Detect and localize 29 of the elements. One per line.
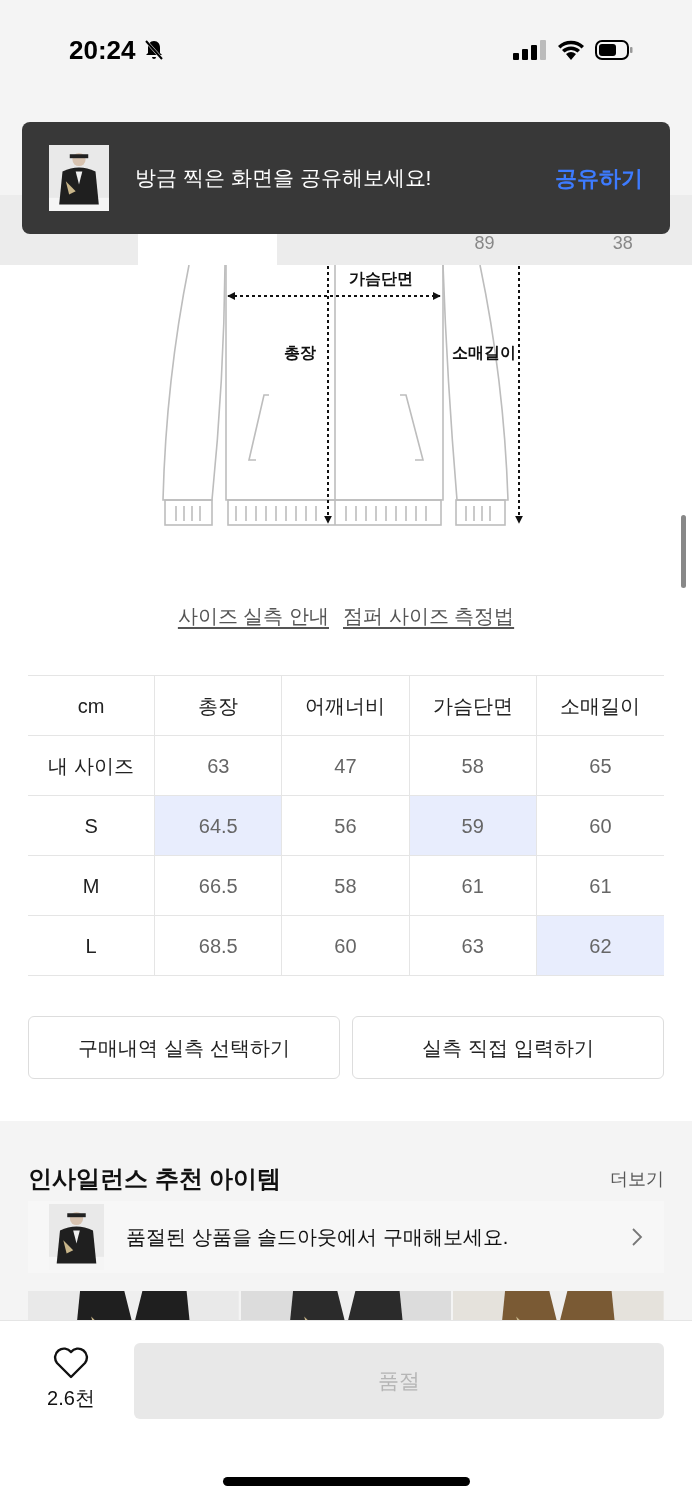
toast-message: 방금 찍은 화면을 공유해보세요! [135,165,432,192]
measurement-label: 가슴단면 [349,270,413,287]
measure-button[interactable]: 실측 직접 입력하기 [352,1016,664,1079]
banner-text: 품절된 상품을 솔드아웃에서 구매해보세요. [126,1225,509,1250]
bell-muted-icon [143,39,164,61]
measure-button[interactable]: 구매내역 실측 선택하기 [28,1016,340,1079]
status-time: 20:24 [69,33,136,67]
table-cell: 59 [409,796,537,855]
table-cell: 64.5 [155,796,283,855]
more-link[interactable]: 더보기 [610,1165,664,1193]
column-header: 가슴단면 [409,676,537,735]
measurement-label: 총장 [284,344,316,361]
table-cell: 62 [536,916,664,975]
chevron-right-icon [631,1227,643,1247]
heart-icon[interactable] [53,1347,89,1379]
tab-count: 38 [612,232,633,255]
tab-count: 89 [474,232,495,255]
column-header: 총장 [155,676,283,735]
section-title: 인사일런스 추천 아이템 [28,1165,282,1193]
column-header: 어깨너비 [282,676,410,735]
like-count: 2.6천 [47,1386,95,1411]
measurement-label: 소매길이 [452,344,516,361]
signal-icon [513,40,547,60]
battery-icon [595,40,633,60]
guide-link[interactable]: 사이즈 실측 안내 [177,601,329,631]
column-header: 소매길이 [559,693,642,719]
guide-link[interactable]: 점퍼 사이즈 측정법 [343,601,515,631]
column-header: cm [28,676,156,735]
wifi-icon [557,40,585,60]
